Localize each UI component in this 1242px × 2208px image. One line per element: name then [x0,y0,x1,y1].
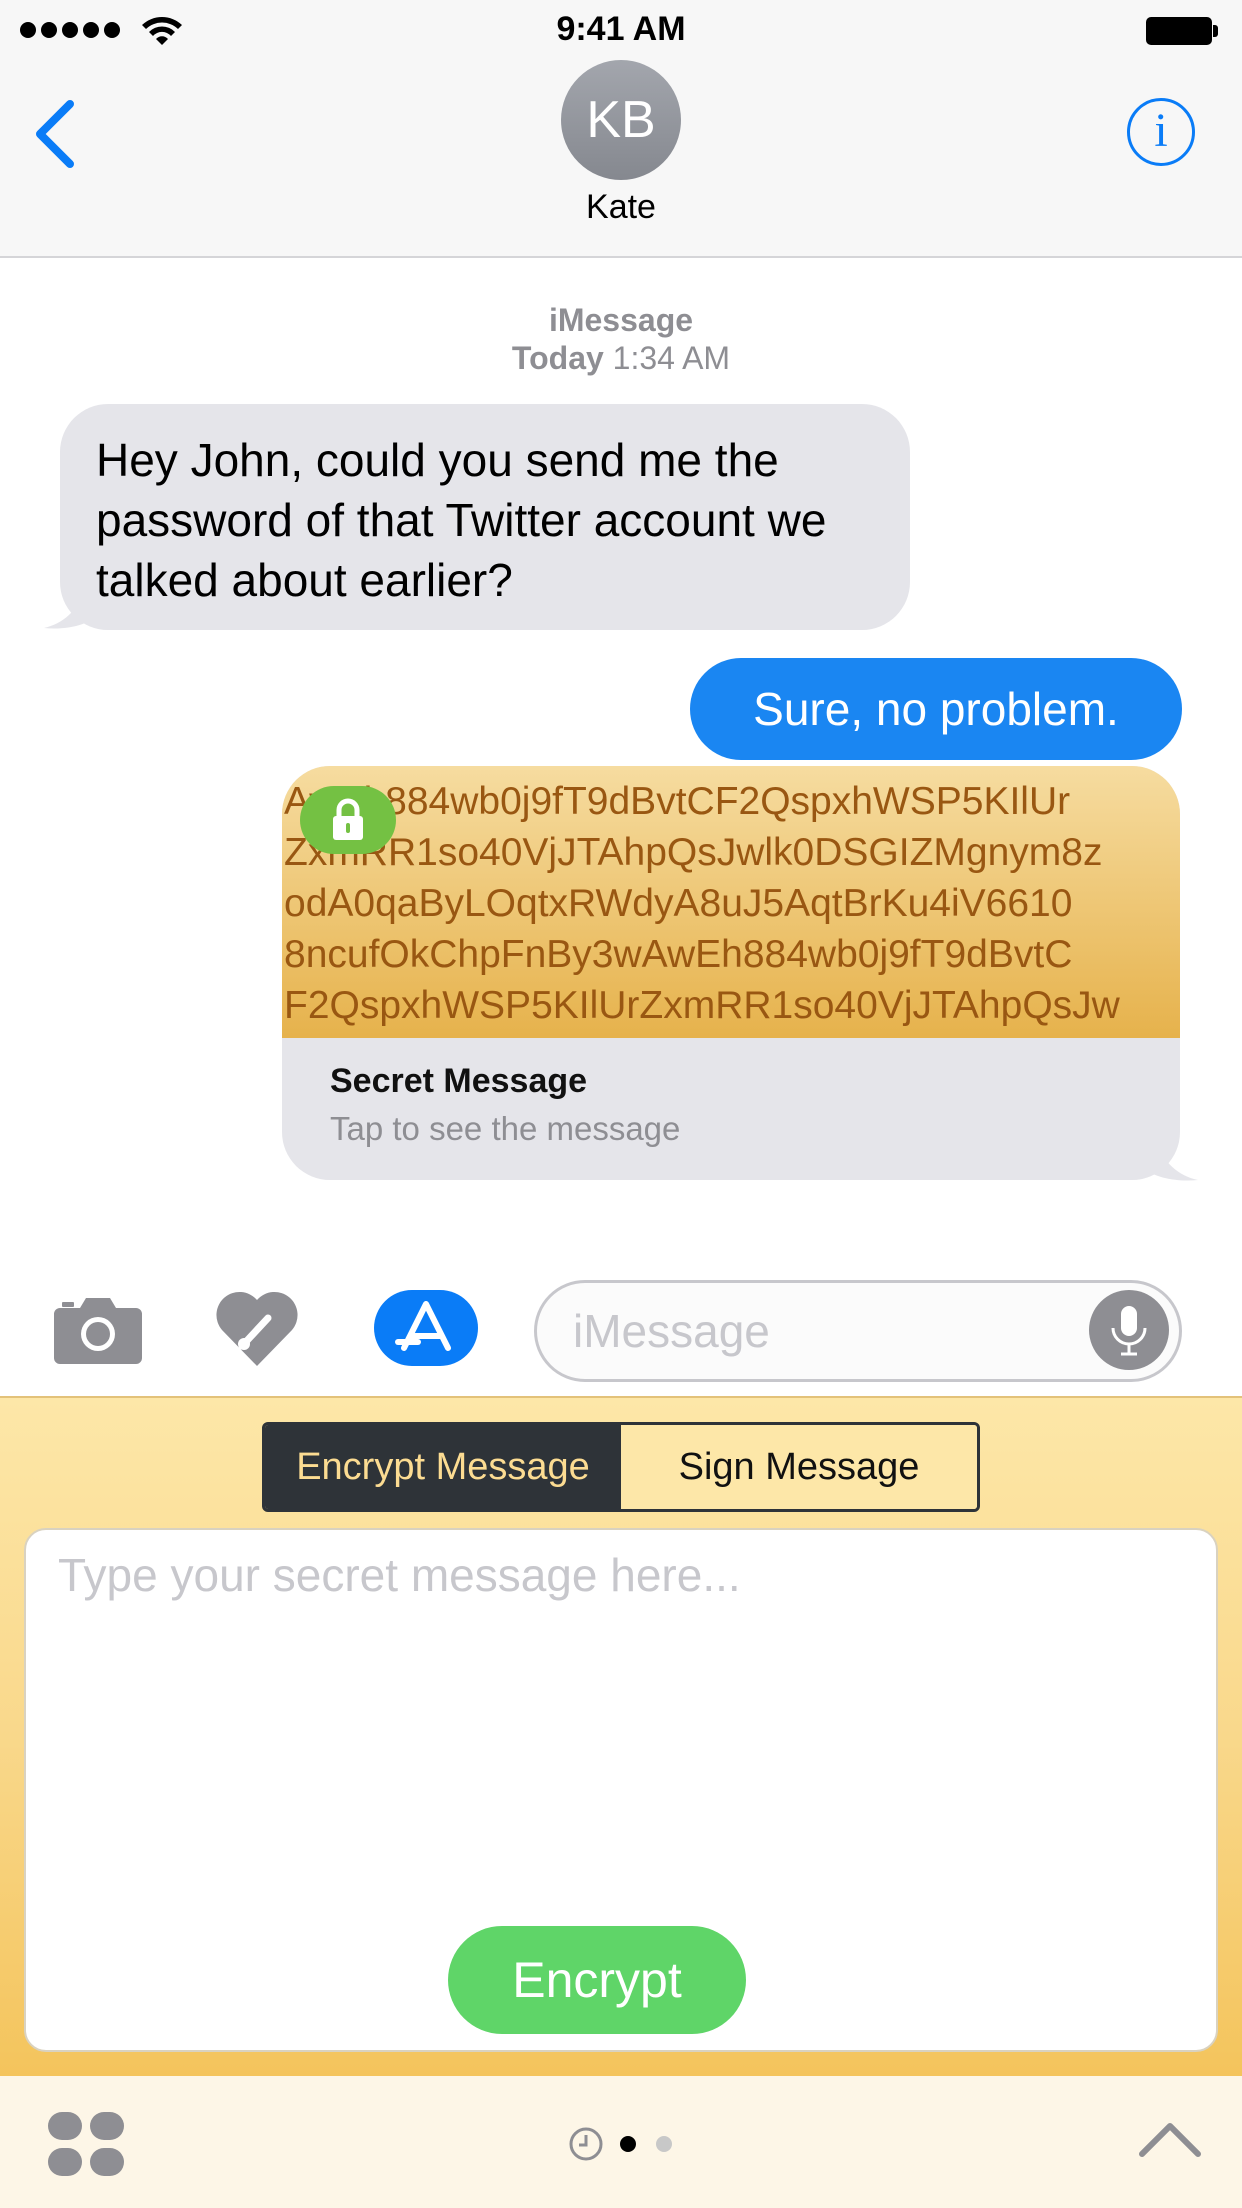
page-indicator[interactable] [656,2136,672,2152]
back-chevron-icon[interactable] [30,96,80,172]
encryption-app-drawer: Encrypt Message Sign Message Type your s… [0,1396,1242,2076]
app-drawer-bottom-bar [0,2076,1242,2208]
secret-message-subtitle: Tap to see the message [330,1110,681,1147]
outgoing-message-bubble[interactable]: Sure, no problem. [690,658,1182,760]
imessage-placeholder: iMessage [573,1305,770,1357]
incoming-message-bubble[interactable]: Hey John, could you send me the password… [60,404,910,630]
camera-icon[interactable] [54,1294,142,1364]
digital-touch-icon[interactable] [214,1288,300,1368]
conversation-header: KB Kate i [0,60,1242,258]
tab-sign-message[interactable]: Sign Message [621,1425,977,1509]
cipher-line: AwEh884wb0j9fT9dBvtCF2QspxhWSP5KIlUr [284,780,1071,823]
timestamp-day: Today [511,340,604,376]
recents-clock-icon[interactable] [568,2126,604,2162]
apps-grid-icon[interactable] [48,2112,124,2176]
message-input-bar: iMessage [0,1262,1242,1396]
status-bar: 9:41 AM [0,0,1242,60]
lock-icon [300,786,396,854]
cipher-line: 8ncufOkChpFnBy3wAwEh884wb0j9fT9dBvtC [284,933,1073,976]
cipher-line: F2QspxhWSP5KIlUrZxmRR1so40VjJTAhpQsJw [284,984,1120,1027]
battery-icon [1146,17,1218,45]
chevron-up-icon[interactable] [1136,2118,1204,2162]
app-store-icon[interactable] [374,1290,478,1366]
microphone-icon[interactable] [1089,1290,1169,1370]
contact-name[interactable]: Kate [0,188,1242,227]
service-label: iMessage [548,302,694,338]
cipher-line: ZxmRR1so40VjJTAhpQsJwlk0DSGIZMgnym8z [284,831,1103,874]
timestamp-time: 1:34 AM [612,340,731,376]
mode-segmented-control: Encrypt Message Sign Message [262,1422,980,1512]
tab-encrypt-message[interactable]: Encrypt Message [265,1425,621,1509]
page-indicator-active [620,2136,636,2152]
status-time: 9:41 AM [556,10,686,48]
secret-message-placeholder: Type your secret message here... [58,1549,741,1601]
secret-message-card[interactable]: AwEh884wb0j9fT9dBvtCF2QspxhWSP5KIlUr Zxm… [282,766,1180,1180]
secret-message-title: Secret Message [330,1062,588,1100]
encrypt-button[interactable]: Encrypt [448,1926,746,2034]
info-icon[interactable]: i [1127,98,1195,166]
cipher-text-preview: AwEh884wb0j9fT9dBvtCF2QspxhWSP5KIlUr Zxm… [282,766,1180,1038]
message-timestamp: Today 1:34 AM [0,340,1242,377]
imessage-input[interactable]: iMessage [534,1280,1182,1382]
contact-avatar[interactable]: KB [561,60,681,180]
cipher-line: odA0qaByLOqtxRWdyA8uJ5AqtBrKu4iV6610 [284,882,1073,925]
